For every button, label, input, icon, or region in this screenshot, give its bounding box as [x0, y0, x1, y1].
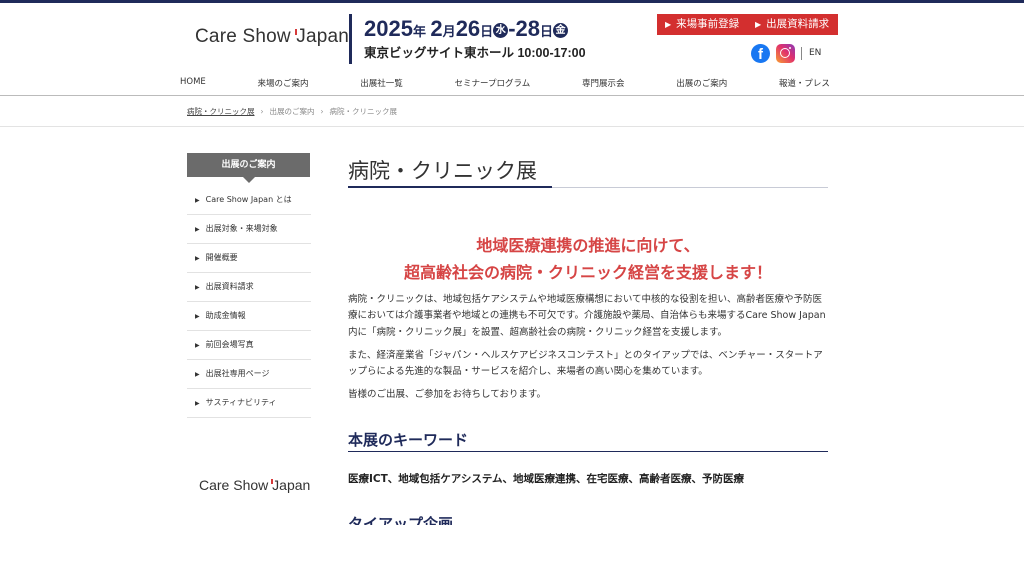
- triangle-right-icon: ▶: [195, 400, 200, 407]
- sidebar-item-target[interactable]: ▶ 出展対象・来場対象: [187, 215, 311, 244]
- triangle-right-icon: ▶: [195, 197, 200, 204]
- instagram-icon[interactable]: [776, 44, 795, 63]
- language-en-link[interactable]: EN: [809, 48, 821, 58]
- breadcrumb-link[interactable]: 病院・クリニック展: [187, 107, 255, 116]
- keywords-underline: [348, 451, 828, 452]
- breadcrumb: 病院・クリニック展 › 出展のご案内 › 病院・クリニック展: [187, 107, 398, 116]
- divider: [801, 47, 802, 60]
- nav-specialized-exhibitions[interactable]: 専門展示会: [582, 77, 625, 89]
- sidebar-logo[interactable]: Care Show Japan: [199, 477, 310, 493]
- event-dates: 2025年 2月26日水 -28日金: [364, 16, 569, 42]
- play-arrow-icon: ▶: [665, 20, 672, 29]
- lead-heading: 地域医療連携の推進に向けて、 超高齢社会の病院・クリニック経営を支援します！: [403, 236, 772, 282]
- nav-exhibiting-info[interactable]: 出展のご案内: [676, 77, 727, 89]
- nav-exhibitor-list[interactable]: 出展社一覧: [360, 77, 403, 89]
- play-arrow-icon: ▶: [755, 20, 762, 29]
- global-nav: HOME 来場のご案内 出展社一覧 セミナープログラム 専門展示会 出展のご案内…: [180, 77, 830, 89]
- triangle-right-icon: ▶: [195, 284, 200, 291]
- paragraph: 皆様のご出展、ご参加をお待ちしております。: [348, 389, 546, 401]
- venue-hours: 東京ビッグサイト東ホール 10:00-17:00: [364, 46, 586, 60]
- sidebar-item-about[interactable]: ▶ Care Show Japan とは: [187, 186, 311, 215]
- sidebar-item-documents[interactable]: ▶ 出展資料請求: [187, 273, 311, 302]
- nav-seminar-program[interactable]: セミナープログラム: [454, 77, 530, 89]
- facebook-icon[interactable]: f: [751, 44, 770, 63]
- breadcrumb-border: [0, 126, 1024, 127]
- header-border: [0, 95, 1024, 96]
- triangle-right-icon: ▶: [195, 371, 200, 378]
- weekday-badge: 金: [553, 23, 569, 38]
- nav-press[interactable]: 報道・プレス: [779, 77, 830, 89]
- title-underline: [348, 186, 828, 188]
- paragraph: また、経済産業省「ジャパン・ヘルスケアビジネスコンテスト」とのタイアップでは、ベ…: [348, 349, 823, 378]
- triangle-right-icon: ▶: [195, 226, 200, 233]
- keywords-heading: 本展のキーワード: [348, 431, 469, 449]
- triangle-right-icon: ▶: [195, 342, 200, 349]
- tieup-heading: タイアップ企画: [348, 515, 454, 525]
- sidebar-menu: ▶ Care Show Japan とは ▶ 出展対象・来場対象 ▶ 開催概要 ▶ 出展…: [187, 186, 311, 418]
- top-accent-line: [0, 0, 1024, 3]
- paragraph: 病院・クリニックは、地域包括ケアシステムや地域医療構想において中核的な役割を担い…: [348, 294, 826, 338]
- sidebar-item-sustainability[interactable]: ▶ サスティナビリティ: [187, 389, 311, 418]
- sidebar-item-overview[interactable]: ▶ 開催概要: [187, 244, 311, 273]
- nav-visitor-info[interactable]: 来場のご案内: [258, 77, 309, 89]
- sidebar-item-exhibitor-page[interactable]: ▶ 出展社専用ページ: [187, 360, 311, 389]
- site-logo[interactable]: Care Show Japan: [195, 26, 349, 48]
- visitor-register-button[interactable]: ▶ 来場事前登録: [657, 14, 749, 35]
- header-divider: [349, 14, 352, 64]
- breadcrumb-current: 病院・クリニック展: [329, 107, 398, 116]
- sidebar-item-photos[interactable]: ▶ 前回会場写真: [187, 331, 311, 360]
- exhibitor-documents-button[interactable]: ▶ 出展資料請求: [747, 14, 839, 35]
- sidebar-heading: 出展のご案内: [187, 153, 310, 183]
- weekday-badge: 水: [493, 23, 509, 38]
- breadcrumb-link[interactable]: 出展のご案内: [270, 107, 315, 116]
- keywords-text: 医療ICT、地域包括ケアシステム、地域医療連携、在宅医療、高齢者医療、予防医療: [348, 473, 745, 485]
- nav-home[interactable]: HOME: [180, 77, 206, 89]
- intro-text: 病院・クリニックは、地域包括ケアシステムや地域医療構想において中核的な役割を担い…: [348, 292, 830, 411]
- triangle-right-icon: ▶: [195, 255, 200, 262]
- triangle-right-icon: ▶: [195, 313, 200, 320]
- page-title: 病院・クリニック展: [348, 159, 537, 183]
- sidebar-item-subsidy[interactable]: ▶ 助成金情報: [187, 302, 311, 331]
